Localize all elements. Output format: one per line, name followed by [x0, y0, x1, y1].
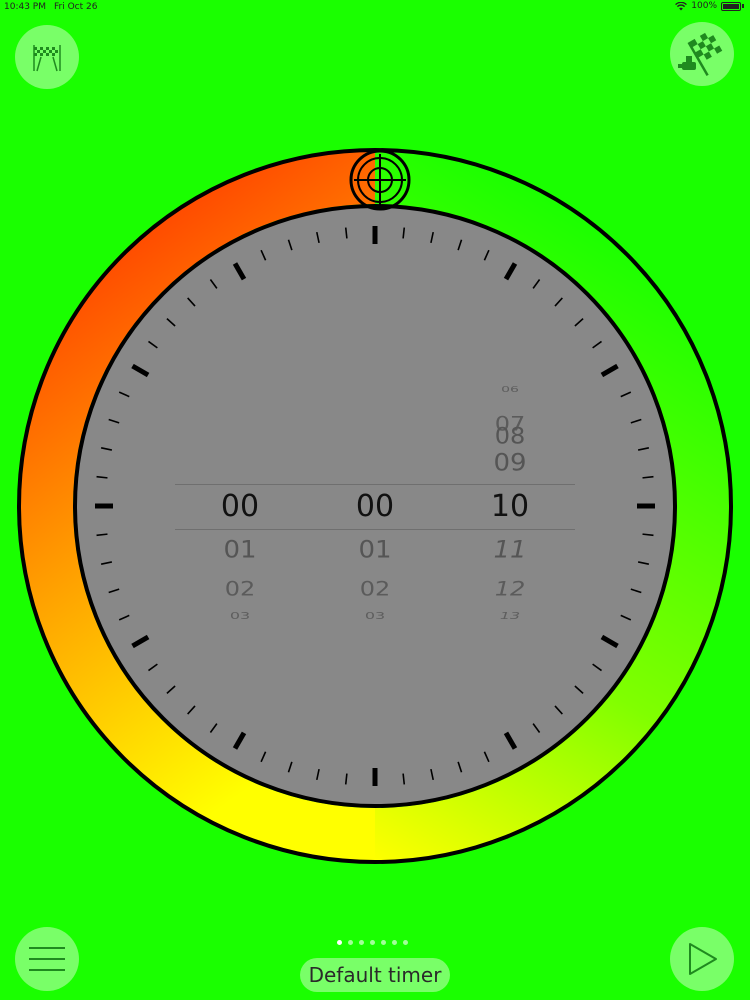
page-dot[interactable]: [403, 940, 408, 945]
seconds-option: 13: [499, 609, 521, 622]
hamburger-menu-icon: [29, 947, 65, 971]
hours-option: 02: [224, 577, 256, 601]
minutes-option: 03: [364, 609, 386, 622]
page-dot[interactable]: [348, 940, 353, 945]
play-icon: [689, 943, 717, 975]
hours-option: 03: [229, 609, 251, 622]
minutes-selected: 00: [355, 489, 395, 524]
hours-option: 01: [223, 536, 257, 564]
page-dot[interactable]: [359, 940, 364, 945]
page-dot[interactable]: [381, 940, 386, 945]
play-button[interactable]: [670, 927, 734, 991]
timer-name-label[interactable]: Default timer: [300, 958, 450, 992]
seconds-selected: 10: [490, 489, 530, 524]
menu-button[interactable]: [15, 927, 79, 991]
seconds-option: 09: [493, 449, 527, 477]
minutes-option: 01: [358, 536, 392, 564]
crosshair-icon[interactable]: [349, 149, 411, 211]
time-picker[interactable]: 00 01 02 03 00 01 02 03 06 07 08 09 10 1…: [175, 370, 575, 640]
seconds-option: 12: [494, 577, 526, 601]
minutes-option: 02: [359, 577, 391, 601]
page-dot[interactable]: [337, 940, 342, 945]
seconds-option: 06: [501, 385, 519, 395]
hours-column[interactable]: 00 01 02 03: [190, 370, 290, 640]
page-dot[interactable]: [370, 940, 375, 945]
page-dot[interactable]: [392, 940, 397, 945]
hours-selected: 00: [220, 489, 260, 524]
page-indicator[interactable]: [337, 940, 408, 945]
seconds-column[interactable]: 06 07 08 09 10 11 12 13: [460, 370, 560, 640]
seconds-option: 11: [493, 536, 527, 564]
seconds-option: 08: [494, 423, 526, 449]
minutes-column[interactable]: 00 01 02 03: [325, 370, 425, 640]
